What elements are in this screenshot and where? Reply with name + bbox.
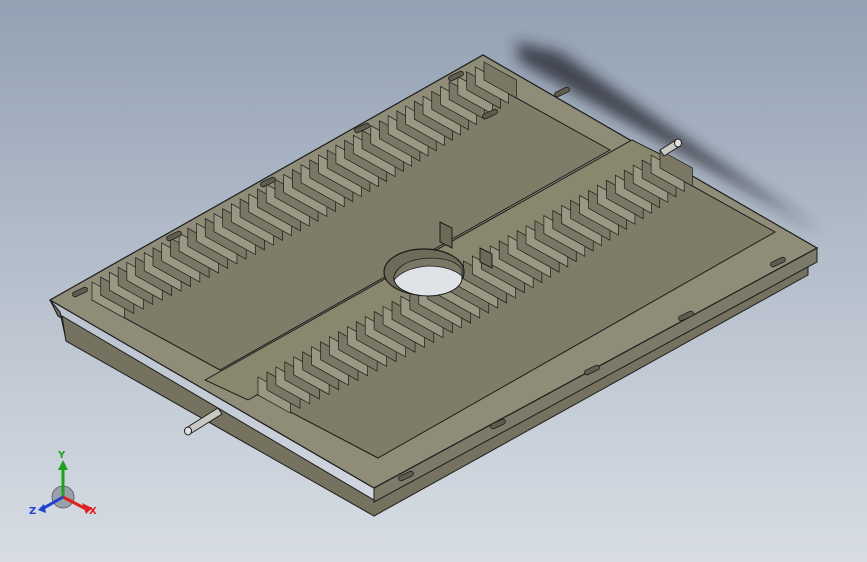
axis-triad[interactable]: Y X Z xyxy=(29,450,97,517)
y-axis-label: Y xyxy=(57,450,66,461)
x-axis-label: X xyxy=(89,506,97,517)
center-hole[interactable] xyxy=(383,248,465,297)
mounting-slot xyxy=(554,86,570,98)
cad-viewport[interactable]: Y X Z xyxy=(0,0,867,562)
cad-scene[interactable]: Y X Z xyxy=(0,0,867,562)
z-axis-label: Z xyxy=(29,506,36,517)
